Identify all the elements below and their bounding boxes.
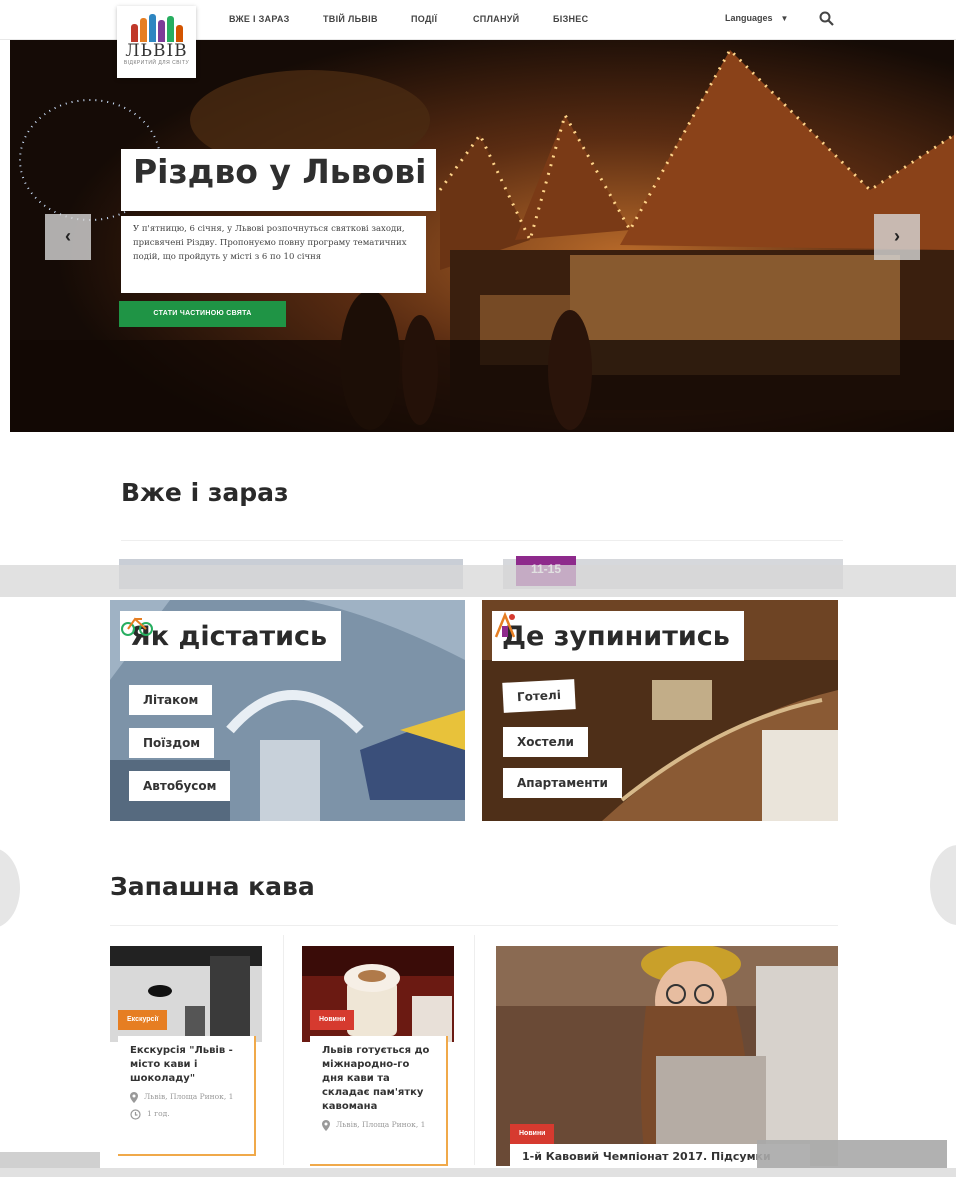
scroll-left-button[interactable] [0,848,20,928]
logo-emblem [117,12,196,42]
site-logo[interactable]: ЛЬВІВ ВІДКРИТИЙ ДЛЯ СВІТУ [117,6,196,78]
language-label: Languages [725,13,773,23]
divider [110,925,838,926]
logo-tagline: ВІДКРИТИЙ ДЛЯ СВІТУ [123,60,190,66]
stay-card[interactable]: Де зупинитись Готелі Хостели Апартаменти [482,600,838,821]
stay-option-hotels[interactable]: Готелі [502,679,576,713]
divider [121,540,843,541]
location-pin-icon [130,1092,138,1103]
carousel-next-button[interactable]: › [874,214,920,260]
travel-card-header: Як дістатись [120,611,342,661]
viewer-toolbar-right [757,1140,947,1170]
news-card-title: Екскурсія "Львів - місто кави і шоколаду… [130,1045,233,1084]
news-card-title: Львів готується до міжнародно-го дня кав… [322,1045,430,1112]
horizontal-scrollbar[interactable] [0,1168,956,1177]
category-tag: Екскурсії [118,1010,168,1030]
category-tag: Новини [510,1124,555,1144]
section-title-now: Вже і зараз [121,478,289,507]
news-card-duration: 1 год. [130,1109,242,1120]
scroll-right-button[interactable] [930,845,956,925]
news-card[interactable]: Екскурсія "Львів - місто кави і шоколаду… [118,1036,256,1156]
chevron-right-icon: › [894,226,900,246]
bicycle-icon [121,617,153,636]
viewport-overlay-bar [0,565,956,591]
news-card-time: 1 год. [147,1109,170,1118]
column-divider [474,935,475,1165]
section-title-coffee: Запашна кава [110,872,315,901]
news-card-location: Львів, Площа Ринок, 1 [322,1120,434,1131]
nav-link-now[interactable]: ВЖЕ І ЗАРАЗ [229,14,290,24]
news-card-place: Львів, Площа Ринок, 1 [144,1092,234,1101]
stay-option-hostels[interactable]: Хостели [503,727,588,757]
news-card-location: Львів, Площа Ринок, 1 [130,1092,242,1103]
horizontal-scrollbar[interactable] [0,589,956,597]
hero-description: У п'ятницю, 6 січня, у Львові розпочнуть… [133,224,407,262]
hero-cta-button[interactable]: СТАТИ ЧАСТИНОЮ СВЯТА [119,301,286,327]
logo-wordmark: ЛЬВІВ [125,41,188,61]
carousel-prev-button[interactable]: ‹ [45,214,91,260]
column-divider [283,935,284,1165]
stay-option-apartments[interactable]: Апартаменти [503,768,622,798]
travel-card[interactable]: Як дістатись Літаком Поїздом Автобусом [110,600,465,821]
language-selector[interactable]: Languages ▼ [725,13,788,23]
news-card-place: Львів, Площа Ринок, 1 [336,1120,426,1129]
category-tag: Новини [310,1010,355,1030]
stay-card-header: Де зупинитись [492,611,744,661]
nav-link-events[interactable]: ПОДІЇ [411,14,437,24]
nav-link-plan[interactable]: СПЛАНУЙ [473,14,519,24]
nav-link-business[interactable]: БІЗНЕС [553,14,588,24]
stay-card-title: Де зупинитись [502,620,730,652]
hero-title: Різдво у Львові [133,152,427,191]
travel-card-title: Як дістатись [130,620,328,652]
clock-icon [130,1109,141,1120]
news-card[interactable]: Львів готується до міжнародно-го дня кав… [310,1036,448,1166]
search-icon[interactable] [818,10,836,28]
location-pin-icon [322,1120,330,1131]
travel-option-train[interactable]: Поїздом [129,728,215,758]
travel-option-plane[interactable]: Літаком [129,685,213,715]
hotel-icon [494,611,516,638]
nav-link-your-lviv[interactable]: ТВІЙ ЛЬВІВ [323,14,378,24]
travel-option-bus[interactable]: Автобусом [129,771,231,801]
chevron-left-icon: ‹ [65,226,71,246]
chevron-down-icon: ▼ [780,14,789,23]
